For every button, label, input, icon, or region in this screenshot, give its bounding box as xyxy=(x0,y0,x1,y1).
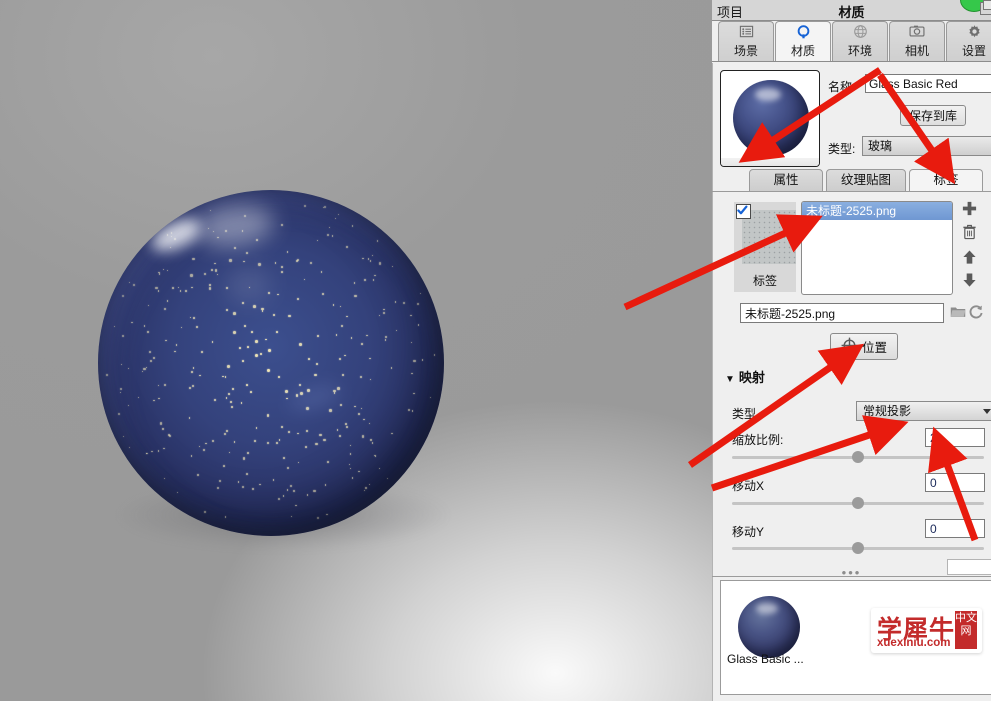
sphere-rim-shading xyxy=(98,190,444,536)
chevron-down-icon: ▼ xyxy=(725,374,735,385)
material-type-select[interactable]: 玻璃 xyxy=(862,136,991,156)
material-properties-panel: 项目 材质 场景 材质 环境 相机 设置 名称: Glass Basic Red… xyxy=(712,0,991,701)
subtab-label[interactable]: 标签 xyxy=(909,169,983,192)
move-x-label: 移动X xyxy=(732,479,765,493)
material-subtab-bar: 属性 纹理贴图 标签 xyxy=(712,169,991,193)
folder-icon[interactable] xyxy=(950,305,966,319)
trash-icon[interactable] xyxy=(959,224,979,244)
material-icon xyxy=(776,24,830,44)
watermark-url: xuexiniu.com xyxy=(877,637,951,649)
scale-label: 缩放比例: xyxy=(732,433,784,447)
reload-icon[interactable] xyxy=(968,304,984,320)
tab-scene-label: 场景 xyxy=(733,44,758,58)
tab-scene[interactable]: 场景 xyxy=(718,21,774,62)
list-icon xyxy=(719,24,773,44)
tab-material-label: 材质 xyxy=(790,44,815,58)
move-y-slider[interactable] xyxy=(732,541,984,555)
projection-type-value: 常规投影 xyxy=(863,404,912,418)
globe-icon xyxy=(833,24,887,44)
panel-title: 材质 xyxy=(838,5,865,20)
subtab-bottom-rule xyxy=(712,191,991,192)
arrow-down-icon[interactable] xyxy=(959,272,979,292)
slider-knob[interactable] xyxy=(852,497,864,509)
watermark-badge: 中文网 xyxy=(955,611,977,649)
panel-header: 项目 材质 xyxy=(712,0,991,21)
move-y-label: 移动Y xyxy=(732,525,765,539)
mapping-section-header[interactable]: ▼ 映射 xyxy=(725,367,765,386)
subtab-texture-map[interactable]: 纹理贴图 xyxy=(826,169,906,192)
texture-slot-label: 标签 xyxy=(752,274,777,288)
gear-icon xyxy=(947,24,991,44)
watermark: 学犀牛 xuexiniu.com 中文网 xyxy=(871,608,982,653)
texture-file-list[interactable]: 未标题-2525.png xyxy=(801,201,953,295)
arrow-up-icon[interactable] xyxy=(959,249,979,269)
window-restore-icon[interactable] xyxy=(980,0,991,15)
mapping-section-title: 映射 xyxy=(738,370,765,385)
scale-input[interactable] xyxy=(925,428,985,447)
panel-divider xyxy=(712,0,713,701)
material-preview-thumbnail[interactable] xyxy=(720,70,820,167)
tab-material[interactable]: 材质 xyxy=(775,21,831,62)
texture-path-input[interactable] xyxy=(740,303,944,323)
preview-floor xyxy=(721,158,819,166)
preview-sphere xyxy=(733,80,809,156)
material-library-strip[interactable]: Glass Basic ... 学犀牛 xuexiniu.com 中文网 xyxy=(720,580,991,695)
tab-environment-label: 环境 xyxy=(847,44,872,58)
list-item[interactable]: 未标题-2525.png xyxy=(802,202,952,220)
projection-type-select[interactable]: 常规投影 xyxy=(856,401,991,421)
position-button[interactable]: 位置 xyxy=(830,333,898,360)
mapping-type-label: 类型 xyxy=(732,407,757,421)
tab-environment[interactable]: 环境 xyxy=(832,21,888,62)
move-x-input[interactable] xyxy=(925,473,985,492)
add-icon[interactable] xyxy=(959,200,979,220)
position-button-label: 位置 xyxy=(861,341,887,355)
material-type-label: 类型: xyxy=(828,142,856,156)
panel-horizontal-rule xyxy=(712,576,991,577)
texture-enabled-checkbox[interactable] xyxy=(736,204,751,219)
3d-render-viewport[interactable] xyxy=(0,0,712,701)
tab-camera-label: 相机 xyxy=(904,44,929,58)
texture-slot[interactable]: 标签 xyxy=(734,202,796,292)
tab-bottom-rule xyxy=(712,61,991,62)
tab-settings-label: 设置 xyxy=(961,44,986,58)
move-y-input[interactable] xyxy=(925,519,985,538)
library-item-label: Glass Basic ... xyxy=(727,652,804,666)
scale-slider[interactable] xyxy=(732,450,984,464)
rendered-sphere-object[interactable] xyxy=(98,190,444,536)
material-name-label: 名称: xyxy=(828,80,856,94)
move-x-slider[interactable] xyxy=(732,496,984,510)
slider-knob[interactable] xyxy=(852,451,864,463)
subtab-properties[interactable]: 属性 xyxy=(749,169,823,192)
panel-tab-bar: 场景 材质 环境 相机 设置 xyxy=(712,21,991,63)
tab-settings[interactable]: 设置 xyxy=(946,21,991,62)
save-to-library-button[interactable]: 保存到库 xyxy=(900,105,966,126)
panel-splitter-handle[interactable]: ••• xyxy=(712,565,991,580)
tab-camera[interactable]: 相机 xyxy=(889,21,945,62)
camera-icon xyxy=(890,24,944,44)
slider-knob[interactable] xyxy=(852,542,864,554)
application-window: 项目 材质 场景 材质 环境 相机 设置 名称: Glass Basic Red… xyxy=(0,0,991,701)
crosshair-icon xyxy=(841,337,858,357)
material-name-input[interactable] xyxy=(865,74,991,93)
chevron-down-icon xyxy=(983,409,991,414)
library-item-thumbnail[interactable] xyxy=(738,596,800,658)
